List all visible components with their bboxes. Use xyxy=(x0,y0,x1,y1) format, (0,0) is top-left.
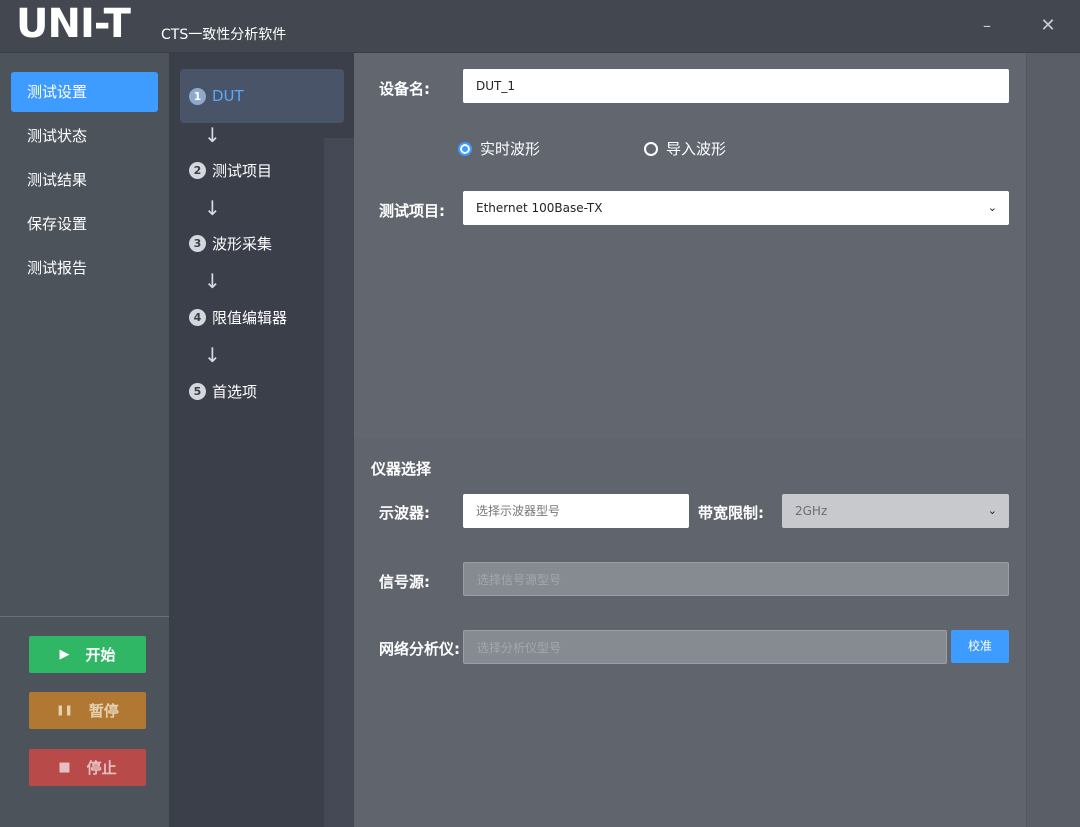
logo-text: UNI-T xyxy=(16,1,131,47)
close-button[interactable]: ✕ xyxy=(1033,14,1063,38)
instrument-section-title: 仪器选择 xyxy=(371,460,432,478)
step-waveform-capture[interactable]: 3 波形采集 xyxy=(189,233,272,254)
step-label: 限值编辑器 xyxy=(212,309,288,327)
radio-realtime-waveform[interactable]: 实时波形 xyxy=(458,138,540,159)
sidebar-item-test-status[interactable]: 测试状态 xyxy=(11,116,158,156)
play-icon: ▶ xyxy=(59,647,70,662)
steps-panel: 1 DUT ↓ 2 测试项目 ↓ 3 波形采集 ↓ 4 限值编辑器 ↓ 5 首选… xyxy=(169,53,354,827)
scope-input[interactable]: 选择示波器型号 xyxy=(463,494,689,528)
app-window: UNI-T CTS一致性分析软件 – ✕ 测试设置 测试状态 测试结果 保存设置… xyxy=(0,0,1080,827)
step-label: 首选项 xyxy=(212,383,258,401)
signal-source-label: 信号源: xyxy=(379,573,430,591)
step-label: 波形采集 xyxy=(212,235,273,253)
app-title: CTS一致性分析软件 xyxy=(161,27,287,43)
step-label: 测试项目 xyxy=(212,162,273,180)
bandwidth-value: 2GHz xyxy=(795,504,828,518)
chevron-down-icon: ⌄ xyxy=(987,201,997,214)
step-number: 3 xyxy=(189,235,206,252)
device-name-input[interactable]: DUT_1 xyxy=(463,69,1009,103)
sidebar: 测试设置 测试状态 测试结果 保存设置 测试报告 ▶ 开始 ❚❚ 暂停 ■ 停止 xyxy=(0,53,169,827)
arrow-down-icon: ↓ xyxy=(204,196,221,220)
step-number: 4 xyxy=(189,309,206,326)
test-item-label: 测试项目: xyxy=(379,202,445,220)
vna-input[interactable]: 选择分析仪型号 xyxy=(463,630,947,664)
pause-icon: ❚❚ xyxy=(56,705,73,716)
pause-button[interactable]: ❚❚ 暂停 xyxy=(29,692,146,729)
arrow-down-icon: ↓ xyxy=(204,123,221,147)
dut-section xyxy=(354,53,1026,438)
sidebar-divider xyxy=(0,616,169,617)
step-limit-editor[interactable]: 4 限值编辑器 xyxy=(189,307,287,328)
bandwidth-select[interactable]: 2GHz ⌄ xyxy=(782,494,1009,528)
step-preferences[interactable]: 5 首选项 xyxy=(189,381,257,402)
title-bar: UNI-T CTS一致性分析软件 – ✕ xyxy=(0,0,1080,53)
sidebar-item-save-settings[interactable]: 保存设置 xyxy=(11,204,158,244)
steps-shade xyxy=(324,138,354,827)
radio-import-label: 导入波形 xyxy=(666,140,727,158)
radio-unselected-icon xyxy=(644,141,658,156)
start-button-label: 开始 xyxy=(85,646,116,664)
device-name-label: 设备名: xyxy=(379,80,430,98)
step-dut[interactable]: 1 DUT xyxy=(189,87,244,105)
calibrate-button[interactable]: 校准 xyxy=(951,630,1009,663)
vna-label: 网络分析仪: xyxy=(379,640,460,658)
step-label: DUT xyxy=(212,87,244,105)
bandwidth-label: 带宽限制: xyxy=(698,504,764,522)
stop-icon: ■ xyxy=(58,760,71,775)
sidebar-item-test-settings[interactable]: 测试设置 xyxy=(11,72,158,112)
pause-button-label: 暂停 xyxy=(88,702,119,720)
scope-label: 示波器: xyxy=(379,504,430,522)
stop-button[interactable]: ■ 停止 xyxy=(29,749,146,786)
stop-button-label: 停止 xyxy=(86,759,117,777)
step-number: 2 xyxy=(189,162,206,179)
arrow-down-icon: ↓ xyxy=(204,269,221,293)
unit-logo: UNI-T xyxy=(16,1,131,47)
main-panel: 设备名: DUT_1 实时波形 导入波形 测试项目: Ethernet 100B… xyxy=(354,53,1026,827)
radio-import-waveform[interactable]: 导入波形 xyxy=(644,138,726,159)
radio-selected-icon xyxy=(458,141,472,156)
start-button[interactable]: ▶ 开始 xyxy=(29,636,146,673)
step-number: 1 xyxy=(189,87,206,105)
step-test-items[interactable]: 2 测试项目 xyxy=(189,160,272,181)
arrow-down-icon: ↓ xyxy=(204,343,221,367)
right-rail xyxy=(1026,53,1080,827)
step-number: 5 xyxy=(189,383,206,400)
signal-source-input[interactable]: 选择信号源型号 xyxy=(463,562,1009,596)
minimize-button[interactable]: – xyxy=(972,14,1002,38)
sidebar-item-test-report[interactable]: 测试报告 xyxy=(11,248,158,288)
sidebar-item-test-results[interactable]: 测试结果 xyxy=(11,160,158,200)
test-item-value: Ethernet 100Base-TX xyxy=(476,201,603,215)
test-item-select[interactable]: Ethernet 100Base-TX ⌄ xyxy=(463,191,1009,225)
chevron-down-icon: ⌄ xyxy=(987,504,997,517)
radio-realtime-label: 实时波形 xyxy=(480,140,541,158)
